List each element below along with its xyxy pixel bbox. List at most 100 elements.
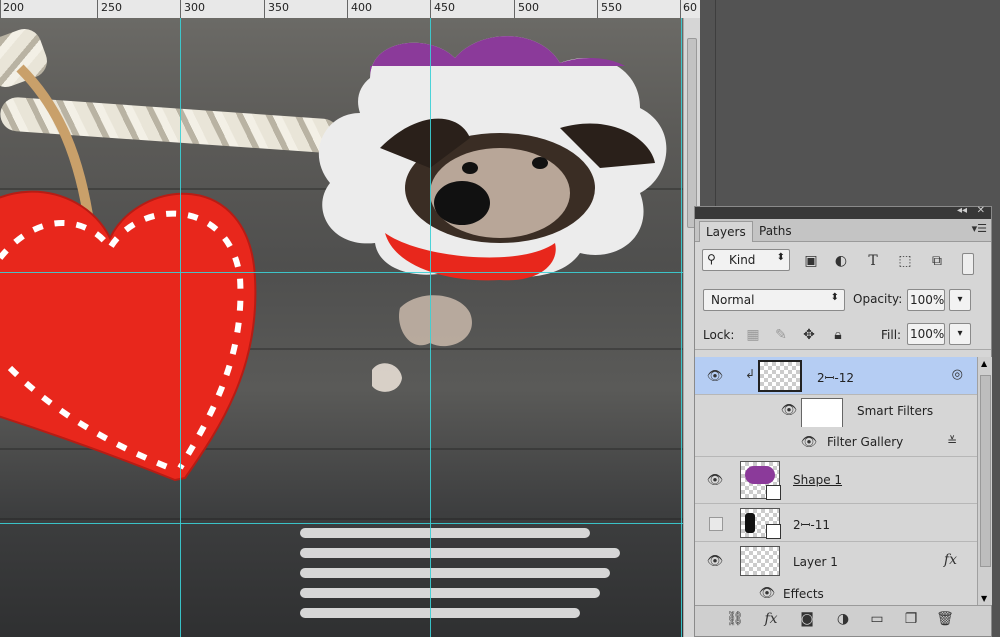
- filter-gallery-label: Filter Gallery: [827, 435, 904, 449]
- effects-label: Effects: [783, 587, 824, 601]
- lock-all-icon[interactable]: 🔒︎: [828, 325, 848, 345]
- tab-layers[interactable]: Layers: [699, 221, 753, 242]
- folder-icon[interactable]: ▭: [867, 611, 887, 627]
- effects-row[interactable]: 👁︎ Effects: [695, 582, 977, 605]
- stepper-icon: ⬍: [776, 252, 785, 263]
- fill-label: Fill:: [881, 328, 902, 342]
- smart-filters-label: Smart Filters: [857, 404, 934, 418]
- guide-vertical[interactable]: [430, 18, 431, 637]
- adjustment-icon[interactable]: ◑: [833, 611, 853, 627]
- dog-nose: [434, 181, 490, 225]
- guide-vertical[interactable]: [180, 18, 181, 637]
- lock-transparent-icon[interactable]: ▦: [743, 325, 763, 345]
- guide-vertical[interactable]: [681, 18, 682, 637]
- ruler-label: 350: [268, 1, 289, 14]
- scrollbar-thumb[interactable]: [687, 38, 697, 228]
- ruler-label: 200: [3, 1, 24, 14]
- smart-filters-row[interactable]: 👁︎ Smart Filters: [695, 395, 977, 428]
- adjustment-filter-icon[interactable]: ◐: [831, 251, 851, 271]
- scrollbar-thumb[interactable]: [980, 375, 991, 567]
- layers-scrollbar[interactable]: ▲ ▼: [977, 357, 992, 605]
- new-layer-icon[interactable]: ❐: [901, 611, 921, 627]
- layers-list[interactable]: 👁︎ ↲ 2ꟷ-12 ◎ 👁︎ Smart Filters 👁︎ Filter …: [695, 357, 977, 605]
- clip-arrow-icon: ↲: [745, 367, 756, 381]
- link-icon[interactable]: ⛓: [725, 611, 745, 627]
- lock-row: Lock: ▦ ✎ ✥ 🔒︎ Fill: 100% ▾: [695, 323, 991, 350]
- layer-row[interactable]: 👁︎ ↲ 2ꟷ-12 ◎: [695, 357, 977, 395]
- smart-object-filter-icon[interactable]: ⧉: [927, 251, 947, 271]
- ruler-label: 300: [184, 1, 205, 14]
- layers-bottom-toolbar: ⛓ fx ◙ ◑ ▭ ❐ 🗑︎: [695, 605, 991, 636]
- eye-icon[interactable]: 👁︎: [705, 473, 725, 488]
- layer-name: Layer 1: [793, 555, 838, 569]
- pixelated-text-pattern: [300, 528, 620, 618]
- eye-icon[interactable]: 👁︎: [799, 435, 819, 450]
- ruler-label: 550: [601, 1, 622, 14]
- canvas-area[interactable]: 200 250 300 350 400 450 500 550 60: [0, 0, 700, 637]
- lock-position-icon[interactable]: ✥: [799, 325, 819, 345]
- layer-row[interactable]: 👁︎ Shape 1: [695, 457, 977, 504]
- blend-row: Normal ⬍ Opacity: 100% ▾: [695, 285, 991, 311]
- layer-filter-row: ⚲ Kind ⬍ ▣ ◐ T ⬚ ⧉: [695, 243, 991, 275]
- opacity-input[interactable]: 100%: [907, 289, 945, 311]
- layer-name: 2ꟷ-12: [817, 371, 855, 385]
- search-icon: ⚲: [707, 252, 716, 266]
- eye-icon[interactable]: 👁︎: [779, 403, 799, 418]
- double-chevron-left-icon[interactable]: ◂◂: [957, 205, 967, 216]
- shape-filter-icon[interactable]: ⬚: [895, 251, 915, 271]
- panel-header[interactable]: ◂◂ ✕: [695, 205, 991, 219]
- eye-icon[interactable]: 👁︎: [757, 586, 777, 601]
- layer-row[interactable]: 2ꟷ-11: [695, 504, 977, 542]
- fx-icon[interactable]: fx: [761, 611, 781, 627]
- fill-input[interactable]: 100%: [907, 323, 945, 345]
- trash-icon[interactable]: 🗑︎: [935, 611, 955, 627]
- panel-tabs: Layers Paths ▾☰: [695, 219, 991, 242]
- smart-filter-indicator-icon: ◎: [951, 367, 963, 382]
- blend-mode-value: Normal: [711, 293, 755, 307]
- layer-row[interactable]: 👁︎ Layer 1 fx: [695, 542, 977, 582]
- guide-horizontal[interactable]: [0, 523, 683, 524]
- layers-panel: ◂◂ ✕ Layers Paths ▾☰ ⚲ Kind ⬍ ▣ ◐ T ⬚ ⧉ …: [694, 205, 992, 637]
- filter-gallery-row[interactable]: 👁︎ Filter Gallery ≚: [695, 427, 977, 457]
- filter-toggle[interactable]: [962, 253, 974, 275]
- filter-kind-value: Kind: [729, 253, 756, 267]
- layer-name: 2ꟷ-11: [793, 518, 831, 532]
- horizontal-ruler[interactable]: 200 250 300 350 400 450 500 550 60: [0, 0, 700, 19]
- mask-icon[interactable]: ◙: [797, 611, 817, 627]
- lock-label: Lock:: [703, 328, 735, 342]
- smart-filter-mask: [801, 398, 843, 428]
- panel-menu-icon[interactable]: ▾☰: [972, 222, 987, 235]
- layer-thumbnail: [740, 508, 781, 539]
- layer-thumbnail: [740, 546, 780, 576]
- stepper-icon: ⬍: [830, 292, 839, 303]
- tab-paths[interactable]: Paths: [753, 221, 798, 241]
- opacity-dropdown[interactable]: ▾: [949, 289, 971, 311]
- ruler-label: 400: [351, 1, 372, 14]
- document-canvas[interactable]: [0, 18, 683, 637]
- lock-image-icon[interactable]: ✎: [771, 325, 791, 345]
- layer-thumbnail: [740, 461, 781, 500]
- close-icon[interactable]: ✕: [977, 205, 985, 216]
- filter-kind-select[interactable]: ⚲ Kind ⬍: [702, 249, 790, 271]
- visibility-toggle-off[interactable]: [709, 517, 723, 531]
- fx-icon[interactable]: fx: [944, 552, 957, 568]
- guide-horizontal[interactable]: [0, 272, 683, 273]
- ruler-label: 500: [518, 1, 539, 14]
- type-filter-icon[interactable]: T: [863, 251, 883, 271]
- eye-icon[interactable]: 👁︎: [705, 554, 725, 569]
- ruler-label: 250: [101, 1, 122, 14]
- eye-icon[interactable]: 👁︎: [705, 369, 725, 384]
- filter-options-icon[interactable]: ≚: [947, 434, 957, 448]
- ruler-label: 60: [683, 1, 697, 14]
- fill-dropdown[interactable]: ▾: [949, 323, 971, 345]
- image-filter-icon[interactable]: ▣: [801, 251, 821, 271]
- heart-shape: [0, 190, 257, 482]
- scroll-down-icon[interactable]: ▼: [981, 594, 987, 603]
- blend-mode-select[interactable]: Normal ⬍: [703, 289, 845, 311]
- artwork: [0, 36, 667, 618]
- layer-thumbnail: [758, 360, 802, 392]
- ruler-label: 450: [434, 1, 455, 14]
- opacity-label: Opacity:: [853, 292, 903, 306]
- scroll-up-icon[interactable]: ▲: [981, 359, 987, 368]
- layer-name: Shape 1: [793, 473, 843, 487]
